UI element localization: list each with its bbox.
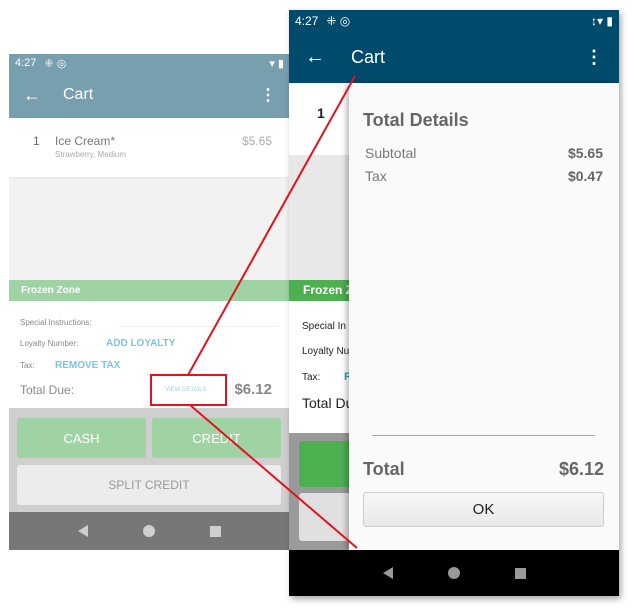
callout-line-top (187, 75, 356, 376)
callout-line-bottom (189, 404, 358, 549)
callout-lines (187, 75, 358, 549)
